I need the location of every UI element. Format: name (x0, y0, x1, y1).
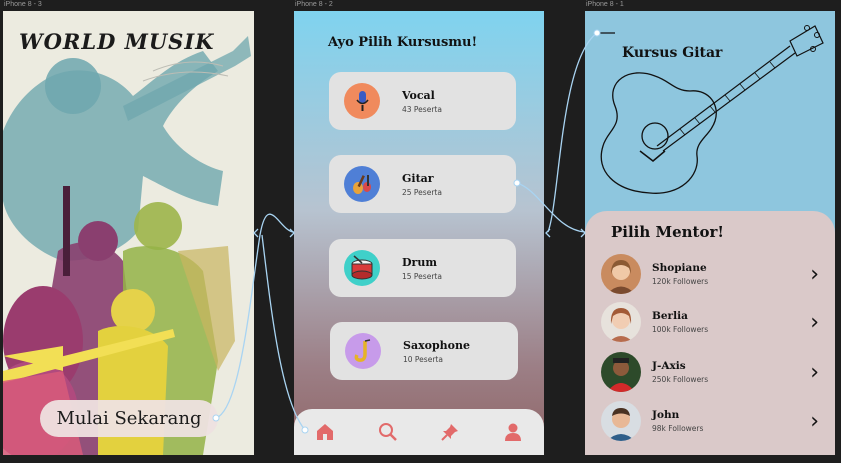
mentor-panel: Pilih Mentor! Shopiane 120k Followers › … (585, 211, 835, 455)
mentor-item-j-axis[interactable]: J-Axis 250k Followers › (601, 352, 821, 392)
course-count: 43 Peserta (402, 104, 442, 114)
chevron-right-icon[interactable]: › (810, 360, 819, 385)
course-name: Drum (402, 255, 437, 269)
mentor-name: Berlia (652, 310, 688, 322)
course-card-drum[interactable]: Drum 15 Peserta (329, 239, 516, 297)
musicians-illustration (3, 36, 251, 455)
user-icon[interactable] (501, 420, 525, 444)
pin-icon[interactable] (438, 420, 462, 444)
screen-welcome: WORLD MUSIK Mulai Sekarang (3, 11, 254, 455)
saxophone-icon (345, 333, 381, 369)
screen-course-list: Ayo Pilih Kursusmu! Vocal 43 Peserta Git… (294, 11, 544, 455)
course-card-vocal[interactable]: Vocal 43 Peserta (329, 72, 516, 130)
guitar-icon (344, 166, 380, 202)
page-title: Kursus Gitar (622, 45, 723, 61)
mentor-name: John (652, 409, 680, 421)
app-title: WORLD MUSIK (19, 29, 215, 54)
panel-title: Pilih Mentor! (611, 223, 724, 241)
start-button[interactable]: Mulai Sekarang (40, 400, 218, 437)
avatar (601, 401, 641, 441)
mentor-followers: 120k Followers (652, 277, 709, 286)
chevron-right-icon[interactable]: › (810, 409, 819, 434)
mentor-item-shopiane[interactable]: Shopiane 120k Followers › (601, 254, 821, 294)
course-card-saxophone[interactable]: Saxophone 10 Peserta (330, 322, 518, 380)
microphone-icon (344, 83, 380, 119)
home-icon[interactable] (313, 420, 337, 444)
bottom-nav (294, 409, 544, 455)
avatar (601, 254, 641, 294)
frame-label-2: iPhone 8 - 2 (295, 1, 333, 8)
course-card-gitar[interactable]: Gitar 25 Peserta (329, 155, 516, 213)
mentor-item-john[interactable]: John 98k Followers › (601, 401, 821, 441)
course-name: Saxophone (403, 338, 470, 352)
avatar (601, 352, 641, 392)
guitar-illustration (597, 25, 824, 194)
mentor-followers: 98k Followers (652, 424, 704, 433)
mentor-name: Shopiane (652, 262, 707, 274)
course-name: Vocal (402, 88, 435, 102)
course-count: 15 Peserta (402, 271, 442, 281)
avatar (601, 302, 641, 342)
mentor-item-berlia[interactable]: Berlia 100k Followers › (601, 302, 821, 342)
mentor-name: J-Axis (652, 360, 686, 372)
frame-label-3: iPhone 8 - 1 (586, 1, 624, 8)
course-name: Gitar (402, 171, 434, 185)
mentor-followers: 250k Followers (652, 375, 709, 384)
chevron-right-icon[interactable]: › (810, 310, 819, 335)
drum-icon (344, 250, 380, 286)
search-icon[interactable] (376, 420, 400, 444)
screen-guitar-course: Kursus Gitar Pilih Mentor! Shopiane 120k… (585, 11, 835, 455)
frame-label-1: iPhone 8 - 3 (4, 1, 42, 8)
course-count: 25 Peserta (402, 187, 442, 197)
course-count: 10 Peserta (403, 354, 443, 364)
page-title: Ayo Pilih Kursusmu! (328, 35, 478, 50)
chevron-right-icon[interactable]: › (810, 262, 819, 287)
mentor-followers: 100k Followers (652, 325, 709, 334)
